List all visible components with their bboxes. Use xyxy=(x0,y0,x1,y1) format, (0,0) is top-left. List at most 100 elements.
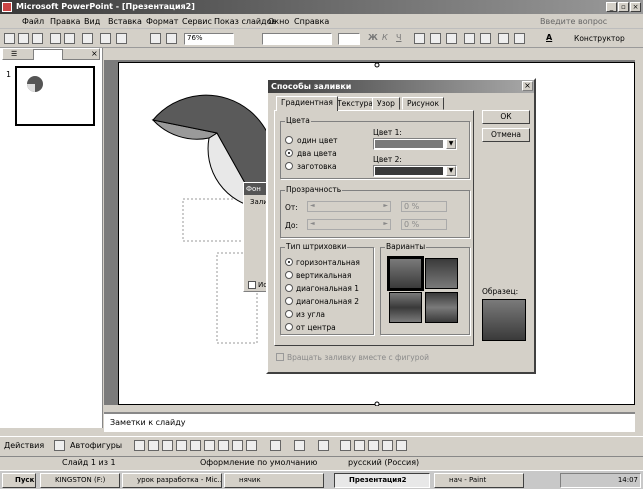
color2-dropdown-icon[interactable]: ▼ xyxy=(446,166,456,176)
bullets-icon[interactable] xyxy=(480,33,491,44)
cancel-button[interactable]: Отмена xyxy=(482,128,530,142)
actions-menu[interactable]: Действия xyxy=(4,441,44,450)
menu-view[interactable]: Вид xyxy=(84,17,100,26)
minimize-button[interactable]: _ xyxy=(606,2,617,12)
image-icon[interactable] xyxy=(246,440,257,451)
radio-from-corner[interactable] xyxy=(285,310,293,318)
maximize-button[interactable]: ▫ xyxy=(618,2,629,12)
3d-icon[interactable] xyxy=(396,440,407,451)
variant-2[interactable] xyxy=(425,258,458,289)
align-left-icon[interactable] xyxy=(414,33,425,44)
indent-icon[interactable] xyxy=(498,33,509,44)
radio-vertical[interactable] xyxy=(285,271,293,279)
align-right-icon[interactable] xyxy=(446,33,457,44)
oval-icon[interactable] xyxy=(176,440,187,451)
table-icon[interactable] xyxy=(166,33,177,44)
italic-button[interactable]: К xyxy=(382,33,388,42)
close-window-button[interactable]: × xyxy=(630,2,641,12)
arrow-style-icon[interactable] xyxy=(368,440,379,451)
radio-diagonal1[interactable] xyxy=(285,284,293,292)
ok-button[interactable]: ОК xyxy=(482,110,530,124)
open-icon[interactable] xyxy=(18,33,29,44)
radio-horizontal[interactable] xyxy=(285,258,293,266)
dash-style-icon[interactable] xyxy=(354,440,365,451)
arrow-icon[interactable] xyxy=(148,440,159,451)
taskbar-item-paint[interactable]: нач - Paint xyxy=(434,473,524,488)
radio-two-colors[interactable] xyxy=(285,149,293,157)
color2-select[interactable]: ▼ xyxy=(373,165,457,177)
font-size-select[interactable] xyxy=(338,33,360,45)
clipart-icon[interactable] xyxy=(232,440,243,451)
align-center-icon[interactable] xyxy=(430,33,441,44)
radio-preset[interactable] xyxy=(285,162,293,170)
bold-button[interactable]: Ж xyxy=(368,33,378,42)
redo-icon[interactable] xyxy=(116,33,127,44)
new-icon[interactable] xyxy=(4,33,15,44)
outdent-icon[interactable] xyxy=(514,33,525,44)
font-color-icon[interactable] xyxy=(318,440,329,451)
tab-picture[interactable]: Рисунок xyxy=(402,97,444,110)
variant-4[interactable] xyxy=(425,292,458,323)
line-icon[interactable] xyxy=(134,440,145,451)
fill-color-icon[interactable] xyxy=(270,440,281,451)
wordart-icon[interactable] xyxy=(204,440,215,451)
zoom-select[interactable]: 76% xyxy=(184,33,234,45)
menu-insert[interactable]: Вставка xyxy=(108,17,142,26)
shadow-icon[interactable] xyxy=(382,440,393,451)
slide-thumbnail[interactable] xyxy=(15,66,95,126)
radio-diagonal2[interactable] xyxy=(285,297,293,305)
underline-button[interactable]: Ч xyxy=(396,33,401,42)
menu-help[interactable]: Справка xyxy=(294,17,329,26)
help-search-box[interactable]: Введите вопрос xyxy=(540,17,607,26)
line-style-icon[interactable] xyxy=(340,440,351,451)
start-button[interactable]: Пуск xyxy=(2,473,36,488)
undo-icon[interactable] xyxy=(100,33,111,44)
menu-file[interactable]: Файл xyxy=(22,17,44,26)
from-slider[interactable]: ◄ ► xyxy=(307,201,391,212)
diagram-icon[interactable] xyxy=(218,440,229,451)
slides-tab[interactable] xyxy=(33,49,63,60)
font-color-button[interactable]: A xyxy=(546,33,552,42)
taskbar-item-folder[interactable]: нячик xyxy=(224,473,324,488)
radio-one-color[interactable] xyxy=(285,136,293,144)
menu-window[interactable]: Окно xyxy=(268,17,289,26)
autoshapes-menu[interactable]: Автофигуры xyxy=(70,441,122,450)
menu-slideshow[interactable]: Показ слайдов xyxy=(214,17,276,26)
from-value[interactable]: 0 % xyxy=(401,201,447,212)
background-checkbox[interactable] xyxy=(248,281,256,289)
to-slider[interactable]: ◄ ► xyxy=(307,219,391,230)
taskbar-item-word[interactable]: урок разработка - Mic... xyxy=(122,473,222,488)
print-icon[interactable] xyxy=(50,33,61,44)
taskbar-item-presentation[interactable]: Презентация2 xyxy=(334,473,430,488)
outline-tab[interactable]: ☰ xyxy=(11,50,17,58)
textbox-icon[interactable] xyxy=(190,440,201,451)
menu-edit[interactable]: Правка xyxy=(50,17,80,26)
save-icon[interactable] xyxy=(32,33,43,44)
copy-icon[interactable] xyxy=(82,33,93,44)
taskbar-item-kingston-label: KINGSTON (F:) xyxy=(55,476,106,484)
select-icon[interactable] xyxy=(54,440,65,451)
numbering-icon[interactable] xyxy=(464,33,475,44)
taskbar-item-kingston[interactable]: KINGSTON (F:) xyxy=(40,473,120,488)
designer-button[interactable]: Конструктор xyxy=(574,34,625,43)
color1-dropdown-icon[interactable]: ▼ xyxy=(446,139,456,149)
font-select[interactable] xyxy=(262,33,332,45)
tab-pattern[interactable]: Узор xyxy=(372,97,400,110)
rotate-checkbox[interactable] xyxy=(276,353,284,361)
pane-close-icon[interactable]: × xyxy=(91,49,98,58)
menu-format[interactable]: Формат xyxy=(146,17,178,26)
dialog-close-button[interactable]: × xyxy=(522,81,533,91)
notes-pane[interactable]: Заметки к слайду xyxy=(104,412,635,432)
tab-gradient[interactable]: Градиентная xyxy=(276,96,338,111)
dialog-title-bar: Способы заливки xyxy=(268,80,534,93)
variant-1[interactable] xyxy=(387,256,424,291)
rectangle-icon[interactable] xyxy=(162,440,173,451)
variant-3[interactable] xyxy=(389,292,422,323)
to-value[interactable]: 0 % xyxy=(401,219,447,230)
line-color-icon[interactable] xyxy=(294,440,305,451)
preview-icon[interactable] xyxy=(64,33,75,44)
menu-tools[interactable]: Сервис xyxy=(182,17,212,26)
color1-select[interactable]: ▼ xyxy=(373,138,457,150)
chart-icon[interactable] xyxy=(150,33,161,44)
radio-from-center[interactable] xyxy=(285,323,293,331)
